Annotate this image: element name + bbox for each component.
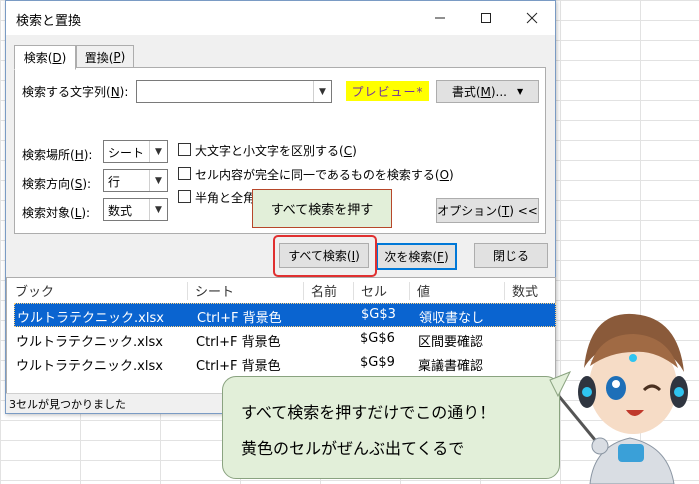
- row-sheet: Ctrl+F 背景色: [196, 359, 281, 374]
- maximize-icon[interactable]: [463, 1, 509, 35]
- column-divider[interactable]: [187, 282, 188, 300]
- column-divider[interactable]: [303, 282, 304, 300]
- within-value: シート: [108, 146, 145, 160]
- format-preview: プレビュー*: [346, 81, 429, 101]
- tab-find-key: D: [52, 50, 62, 65]
- column-header-value[interactable]: 値: [417, 278, 430, 302]
- chevron-down-icon[interactable]: ▼: [149, 199, 167, 220]
- direction-value: 行: [108, 175, 121, 189]
- search-input[interactable]: ▼: [136, 80, 332, 103]
- chevron-down-icon[interactable]: ▼: [313, 81, 331, 102]
- direction-select[interactable]: 行 ▼: [103, 169, 168, 192]
- row-cell: $G$9: [360, 355, 395, 370]
- table-row[interactable]: ウルトラテクニック.xlsx Ctrl+F 背景色 $G$9 稟議書確認: [14, 352, 554, 374]
- row-cell: $G$6: [360, 331, 395, 346]
- find-next-key: F: [437, 249, 444, 264]
- row-value: 区間要確認: [418, 335, 484, 350]
- chevron-down-icon[interactable]: ▼: [149, 141, 167, 162]
- within-label: 検索場所(H):: [22, 148, 93, 162]
- match-case-checkbox[interactable]: [178, 143, 191, 156]
- column-divider[interactable]: [409, 282, 410, 300]
- direction-label: 検索方向(S):: [22, 177, 92, 191]
- row-value: 領収書なし: [419, 311, 485, 326]
- tab-replace[interactable]: 置換(P): [76, 45, 134, 69]
- find-next-label: 次を検索(: [384, 250, 438, 264]
- row-book: ウルトラテクニック.xlsx: [17, 311, 164, 326]
- column-header-book[interactable]: ブック: [15, 278, 54, 302]
- search-label: 検索する文字列(N):: [22, 85, 129, 99]
- options-button-label: オプション(: [437, 204, 502, 218]
- options-button-key: T: [501, 203, 510, 218]
- column-divider[interactable]: [353, 282, 354, 300]
- tab-find-suffix: ): [61, 50, 67, 65]
- tab-find[interactable]: 検索(D): [14, 45, 76, 70]
- match-entire-checkbox[interactable]: [178, 167, 191, 180]
- find-next-suffix: ): [443, 249, 449, 264]
- title-bar[interactable]: 検索と置換: [6, 1, 555, 35]
- format-button[interactable]: 書式(M)... ▼: [436, 80, 539, 103]
- format-button-label: 書式(: [451, 85, 481, 99]
- tab-replace-label: 置換(: [84, 50, 114, 65]
- within-select[interactable]: シート ▼: [103, 140, 168, 163]
- row-cell: $G$3: [361, 307, 396, 322]
- look-in-select[interactable]: 数式 ▼: [103, 198, 168, 221]
- format-button-key: M: [480, 84, 491, 99]
- speech-bubble: すべて検索を押すだけでこの通り！ 黄色のセルがぜんぶ出てくるで: [222, 376, 560, 479]
- find-next-button[interactable]: 次を検索(F): [376, 243, 457, 270]
- look-in-value: 数式: [108, 204, 133, 218]
- match-width-checkbox[interactable]: [178, 190, 191, 203]
- format-button-suffix: )...: [490, 84, 507, 99]
- speech-line-1: すべて検索を押すだけでこの通り！: [241, 403, 496, 422]
- options-button-suffix: ) <<: [509, 203, 538, 218]
- options-button[interactable]: オプション(T) <<: [436, 198, 539, 223]
- close-button[interactable]: 閉じる: [474, 243, 548, 268]
- speech-line-2: 黄色のセルがぜんぶ出てくるで: [241, 439, 465, 458]
- row-book: ウルトラテクニック.xlsx: [16, 335, 163, 350]
- tab-replace-suffix: ): [120, 50, 126, 64]
- status-text: 3セルが見つかりました: [9, 398, 126, 411]
- column-header-sheet[interactable]: シート: [195, 278, 234, 302]
- column-divider[interactable]: [504, 282, 505, 300]
- table-row[interactable]: ウルトラテクニック.xlsx Ctrl+F 背景色 $G$6 区間要確認: [14, 328, 554, 350]
- row-book: ウルトラテクニック.xlsx: [16, 359, 163, 374]
- tab-replace-key: P: [113, 50, 121, 64]
- column-header-name[interactable]: 名前: [311, 278, 337, 302]
- callout-press-find-all: すべて検索を押す: [252, 189, 392, 228]
- find-all-highlight: [273, 235, 377, 277]
- column-header-formula[interactable]: 数式: [512, 278, 538, 302]
- tab-find-label: 検索(: [23, 51, 53, 65]
- row-sheet: Ctrl+F 背景色: [196, 335, 281, 350]
- dropdown-arrow-icon: ▼: [517, 87, 524, 96]
- chevron-down-icon[interactable]: ▼: [149, 170, 167, 191]
- table-row[interactable]: ウルトラテクニック.xlsx Ctrl+F 背景色 $G$3 領収書なし: [14, 303, 556, 327]
- robot-mascot-icon: [560, 313, 688, 484]
- look-in-label: 検索対象(L):: [22, 206, 91, 220]
- column-header-cell[interactable]: セル: [361, 278, 387, 302]
- row-value: 稟議書確認: [418, 359, 484, 374]
- match-case-label: 大文字と小文字を区別する(C): [195, 144, 357, 158]
- row-sheet: Ctrl+F 背景色: [197, 311, 282, 326]
- dialog-title: 検索と置換: [16, 14, 82, 29]
- close-icon[interactable]: [509, 1, 555, 35]
- minimize-icon[interactable]: [417, 1, 463, 35]
- match-entire-label: セル内容が完全に同一であるものを検索する(O): [195, 168, 454, 182]
